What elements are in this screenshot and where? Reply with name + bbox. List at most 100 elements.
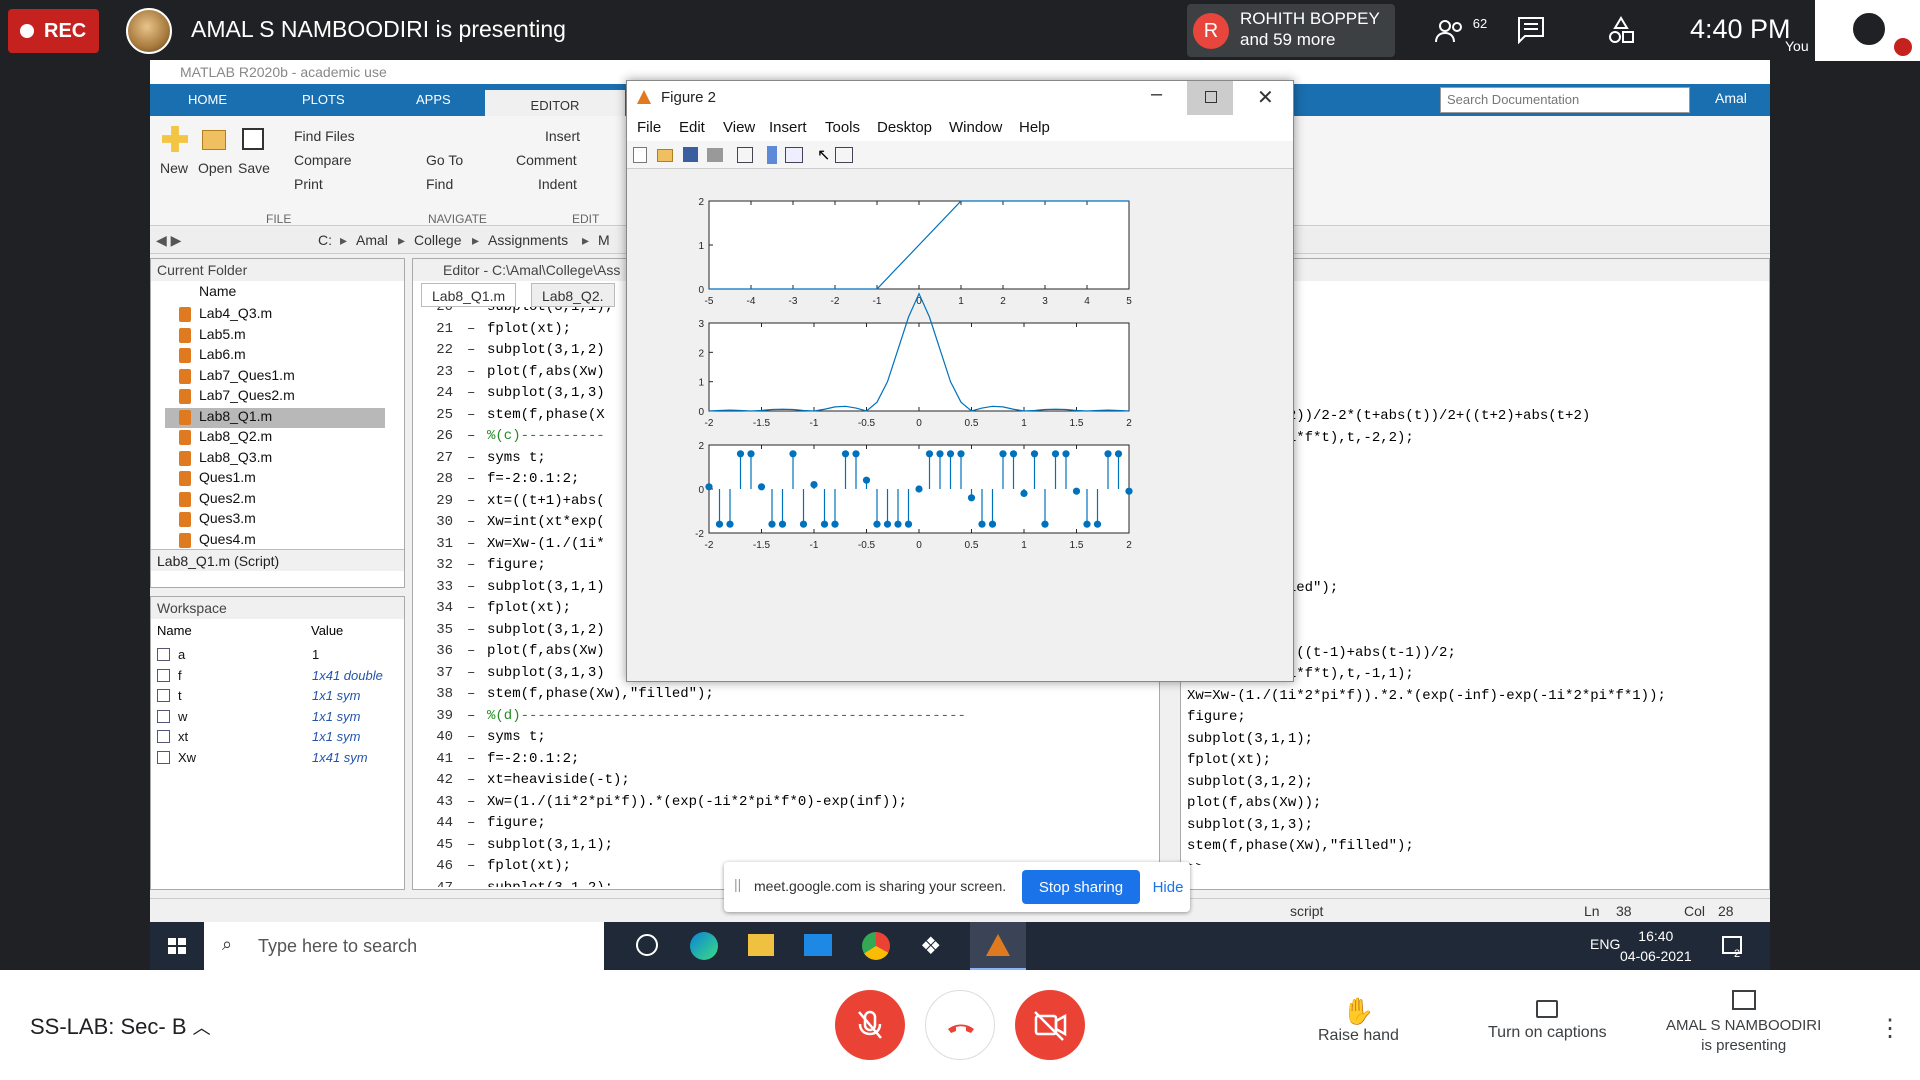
workspace-row[interactable]: w 1x1 sym [157,709,397,729]
breakpoint-marker[interactable]: – [467,557,487,573]
figure-title-bar[interactable]: Figure 2 – ✕ [627,81,1293,115]
tab-plots[interactable]: PLOTS [302,92,345,107]
breakpoint-marker[interactable]: – [467,364,487,380]
file-list-item[interactable]: Ques3.m [165,510,385,530]
leave-call-button[interactable] [925,990,995,1060]
activities-button[interactable] [1605,14,1637,46]
breakpoint-marker[interactable]: – [467,815,487,831]
property-editor-icon[interactable] [835,147,853,163]
workspace-name-header[interactable]: Name [157,623,192,638]
workspace-row[interactable]: a1 [157,647,397,667]
workspace-row[interactable]: Xw 1x41 sym [157,750,397,770]
path-crumb-m[interactable]: M [598,232,610,248]
file-list-item[interactable]: Lab8_Q1.m [165,407,385,428]
menu-file[interactable]: File [637,119,661,136]
breakpoint-marker[interactable]: – [467,407,487,423]
breakpoint-marker[interactable]: – [467,385,487,401]
current-folder-name-header[interactable]: Name [199,283,236,299]
breakpoint-marker[interactable]: – [467,622,487,638]
menu-edit[interactable]: Edit [679,119,705,136]
editor-tab-lab8-q1[interactable]: Lab8_Q1.m [421,283,517,307]
new-figure-icon[interactable] [633,147,647,163]
file-list-item[interactable]: Lab6.m [165,346,385,366]
figure-window[interactable]: Figure 2 – ✕ File Edit View Insert Tools… [626,80,1294,682]
file-list-item[interactable]: Lab4_Q3.m [165,305,385,325]
go-to-button[interactable]: Go To [426,152,463,168]
nav-arrows-icon[interactable]: ◀ ▶ [156,232,181,249]
user-menu[interactable]: Amal [1715,90,1747,106]
breakpoint-marker[interactable]: – [467,471,487,487]
workspace-value-header[interactable]: Value [311,623,343,638]
file-explorer-icon[interactable] [748,934,774,956]
taskbar-search-box[interactable]: ⌕ Type here to search [204,922,604,970]
pointer-icon[interactable]: ↖ [817,145,830,165]
breakpoint-marker[interactable]: – [467,794,487,810]
colorbar-icon[interactable] [767,146,777,164]
workspace-row[interactable]: f 1x41 double [157,668,397,688]
find-button[interactable]: Find [426,176,453,192]
path-crumb-drive[interactable]: C: [318,232,332,248]
menu-tools[interactable]: Tools [825,119,860,136]
mic-toggle-button[interactable] [835,990,905,1060]
minimize-icon[interactable]: – [1151,83,1162,106]
comment-button[interactable]: Comment [516,152,577,168]
breakpoint-marker[interactable]: – [467,321,487,337]
menu-view[interactable]: View [723,119,755,136]
open-file-icon[interactable] [657,149,673,162]
breakpoint-marker[interactable]: – [467,708,487,724]
breakpoint-marker[interactable]: – [467,772,487,788]
compare-button[interactable]: Compare [294,152,352,168]
search-documentation-input[interactable]: Search Documentation [1440,87,1690,113]
breakpoint-marker[interactable]: – [467,342,487,358]
breakpoint-marker[interactable]: – [467,450,487,466]
file-list-item[interactable]: Ques4.m [165,531,385,551]
file-list-item[interactable]: Lab7_Ques2.m [165,387,385,407]
tab-home[interactable]: HOME [188,92,227,107]
save-button[interactable]: Save [238,160,270,176]
breakpoint-marker[interactable]: – [467,600,487,616]
workspace-row[interactable]: t 1x1 sym [157,688,397,708]
file-list-item[interactable]: Lab7_Ques1.m [165,367,385,387]
indent-button[interactable]: Indent [538,176,577,192]
raise-hand-button[interactable]: ✋ Raise hand [1318,996,1399,1045]
menu-window[interactable]: Window [949,119,1002,136]
breakpoint-marker[interactable]: – [467,493,487,509]
edge-icon[interactable] [690,932,718,960]
language-indicator[interactable]: ENG [1590,936,1620,952]
present-now-button[interactable]: AMAL S NAMBOODIRI is presenting [1666,990,1821,1056]
camera-toggle-button[interactable] [1015,990,1085,1060]
breakpoint-marker[interactable]: – [467,858,487,874]
legend-icon[interactable] [785,147,803,163]
insert-button[interactable]: Insert [545,128,580,144]
start-button[interactable] [150,922,204,970]
new-button[interactable]: New [160,160,188,176]
print-button[interactable]: Print [294,176,323,192]
breakpoint-marker[interactable]: – [467,536,487,552]
breakpoint-marker[interactable]: – [467,837,487,853]
path-crumb-assignments[interactable]: Assignments [488,232,568,248]
chat-button[interactable] [1515,14,1547,46]
breakpoint-marker[interactable]: – [467,428,487,444]
link-plot-icon[interactable] [737,147,753,163]
workspace-row[interactable]: xt 1x1 sym [157,729,397,749]
path-crumb-college[interactable]: College [414,232,461,248]
breakpoint-marker[interactable]: – [467,514,487,530]
breakpoint-marker[interactable]: – [467,643,487,659]
breakpoint-marker[interactable]: – [467,751,487,767]
file-list-item[interactable]: Lab8_Q3.m [165,449,385,469]
tab-apps[interactable]: APPS [416,92,451,107]
captions-button[interactable]: Turn on captions [1488,996,1607,1042]
more-options-icon[interactable]: ⋮ [1878,1014,1902,1043]
find-files-button[interactable]: Find Files [294,128,355,144]
breakpoint-marker[interactable]: – [467,665,487,681]
menu-insert[interactable]: Insert [769,119,807,136]
chrome-icon[interactable] [862,932,890,960]
stop-sharing-button[interactable]: Stop sharing [1022,870,1140,904]
tray-clock[interactable]: 16:40 04-06-2021 [1620,926,1692,966]
mail-icon[interactable] [804,934,832,956]
close-icon[interactable]: ✕ [1257,85,1274,110]
save-figure-icon[interactable] [683,147,698,162]
path-crumb-amal[interactable]: Amal [356,232,388,248]
file-list-item[interactable]: Ques1.m [165,469,385,489]
meeting-name[interactable]: SS-LAB: Sec- B ︿ [30,1014,211,1040]
